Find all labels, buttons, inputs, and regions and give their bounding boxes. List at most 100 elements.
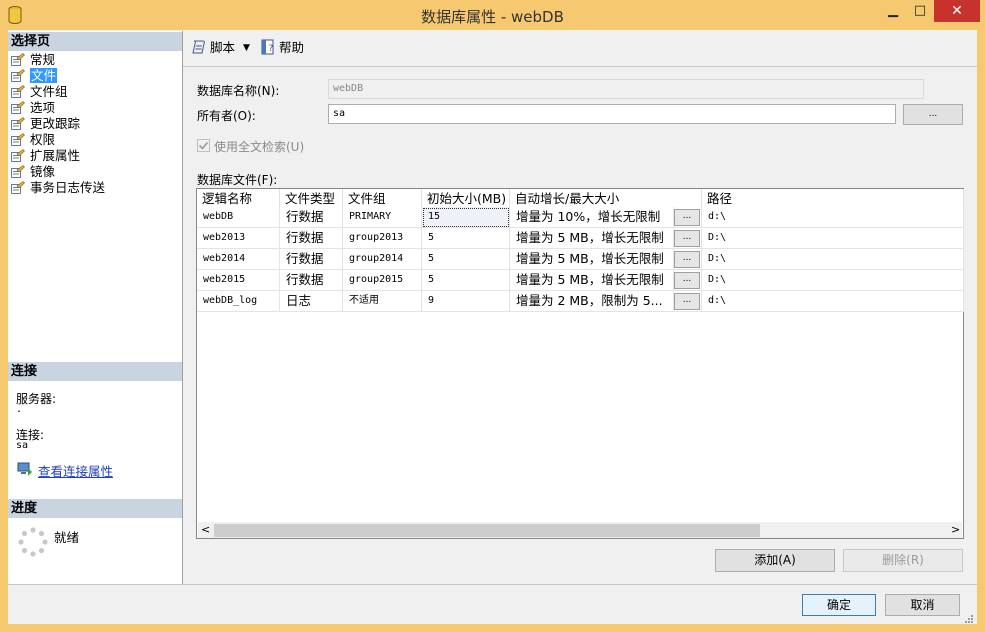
close-button[interactable]: ✕ (934, 0, 980, 22)
scroll-right-icon[interactable]: > (951, 522, 960, 538)
database-name-field: webDB (328, 79, 924, 99)
page-item[interactable]: 更改跟踪 (11, 116, 80, 132)
server-value: . (16, 404, 23, 415)
script-button[interactable]: 脚本 (210, 40, 235, 56)
connection-properties-icon (17, 462, 32, 476)
edit-growth-button[interactable]: ... (674, 209, 700, 226)
growth-button-cell: ... (674, 228, 702, 249)
page-item[interactable]: 文件 (11, 68, 58, 84)
cell-type: 行数据 (280, 228, 343, 249)
cell-size[interactable]: 9 (422, 291, 510, 312)
cell-name[interactable]: web2014 (197, 249, 280, 270)
edit-growth-button[interactable]: ... (674, 230, 700, 247)
remove-button[interactable]: 删除(R) (843, 549, 963, 572)
column-header[interactable]: 逻辑名称 (197, 189, 280, 208)
edit-growth-button[interactable]: ... (674, 251, 700, 268)
column-header[interactable]: 初始大小(MB) (422, 189, 510, 208)
page-item[interactable]: 文件组 (11, 84, 68, 100)
table-row[interactable]: webDB 行数据 PRIMARY 15 增量为 10%，增长无限制 d:\... (197, 207, 964, 228)
page-item[interactable]: 选项 (11, 100, 55, 116)
add-button[interactable]: 添加(A) (715, 549, 835, 572)
growth-button-cell: ... (674, 270, 702, 291)
left-pane: 选择页 常规 文件 文件组 选项 更改跟踪 权限 扩展属性 镜像 事务日志传送 连接 服务器: … (8, 31, 183, 584)
growth-button-cell: ... (674, 291, 702, 312)
properties-page-icon (11, 101, 25, 114)
select-page-header: 选择页 (8, 32, 182, 51)
cell-path[interactable]: D:\ (702, 228, 964, 249)
owner-label: 所有者(O): (197, 109, 256, 123)
cell-growth[interactable]: 增量为 10%，增长无限制 (510, 207, 674, 228)
cell-group: group2015 (343, 270, 422, 291)
cell-growth[interactable]: 增量为 5 MB，增长无限制 (510, 228, 674, 249)
cell-name[interactable]: web2015 (197, 270, 280, 291)
progress-status: 就绪 (54, 530, 80, 545)
cell-group: PRIMARY (343, 207, 422, 228)
properties-page-icon (11, 165, 25, 178)
cell-name[interactable]: webDB (197, 207, 280, 228)
scroll-left-icon[interactable]: < (201, 522, 210, 538)
cell-path[interactable]: d:\ (702, 207, 964, 228)
page-item-label: 选项 (30, 100, 56, 115)
database-files-label: 数据库文件(F): (197, 173, 278, 187)
help-button[interactable]: 帮助 (279, 40, 304, 56)
minimize-button[interactable]: ▁ (880, 0, 906, 22)
cell-size[interactable]: 5 (422, 249, 510, 270)
cell-path[interactable]: D:\ (702, 249, 964, 270)
cell-growth[interactable]: 增量为 2 MB，限制为 5... (510, 291, 674, 312)
growth-button-cell: ... (674, 249, 702, 270)
column-header[interactable]: 文件类型 (280, 189, 343, 208)
owner-field[interactable]: sa (328, 104, 896, 124)
cell-size[interactable]: 15 (422, 207, 510, 228)
properties-page-icon (11, 85, 25, 98)
cell-growth[interactable]: 增量为 5 MB，增长无限制 (510, 270, 674, 291)
cell-growth[interactable]: 增量为 5 MB，增长无限制 (510, 249, 674, 270)
cell-name[interactable]: web2013 (197, 228, 280, 249)
table-row[interactable]: webDB_log 日志 不适用 9 增量为 2 MB，限制为 5... d:\... (197, 291, 964, 312)
cell-type: 行数据 (280, 207, 343, 228)
database-files-grid: 逻辑名称 文件类型 文件组 初始大小(MB) 自动增长/最大大小 路径 webDB 行数据 P… (196, 188, 964, 539)
properties-page-icon (11, 53, 25, 66)
toolbar: 脚本 ▼ ? 帮助 (183, 31, 977, 67)
edit-growth-button[interactable]: ... (674, 272, 700, 289)
cell-group: group2013 (343, 228, 422, 249)
maximize-button[interactable]: □ (907, 0, 933, 22)
cell-path[interactable]: D:\ (702, 270, 964, 291)
cancel-button[interactable]: 取消 (885, 594, 960, 616)
cell-size[interactable]: 5 (422, 228, 510, 249)
script-dropdown-arrow-icon[interactable]: ▼ (243, 40, 250, 56)
column-header[interactable]: 文件组 (343, 189, 422, 208)
scrollbar-thumb[interactable] (214, 524, 760, 537)
table-row[interactable]: web2015 行数据 group2015 5 增量为 5 MB，增长无限制 D:\... (197, 270, 964, 291)
owner-browse-button[interactable]: ... (903, 104, 963, 125)
ok-button[interactable]: 确定 (802, 594, 876, 616)
cell-path[interactable]: d:\ (702, 291, 964, 312)
resize-grip-icon[interactable] (964, 614, 974, 624)
table-row[interactable]: web2013 行数据 group2013 5 增量为 5 MB，增长无限制 D:\... (197, 228, 964, 249)
cell-size[interactable]: 5 (422, 270, 510, 291)
column-header[interactable]: 自动增长/最大大小 (510, 189, 702, 208)
view-connection-properties-link[interactable]: 查看连接属性 (38, 461, 113, 480)
cell-type: 行数据 (280, 249, 343, 270)
page-item[interactable]: 事务日志传送 (11, 180, 105, 196)
page-item[interactable]: 常规 (11, 52, 55, 68)
properties-page-icon (11, 69, 25, 82)
page-item[interactable]: 镜像 (11, 164, 55, 180)
script-icon (192, 40, 205, 54)
edit-growth-button[interactable]: ... (674, 293, 700, 310)
page-item[interactable]: 扩展属性 (11, 148, 80, 164)
cell-name[interactable]: webDB_log (197, 291, 280, 312)
fulltext-label: 使用全文检索(U) (214, 140, 305, 154)
cell-group: 不适用 (343, 291, 422, 312)
page-item-label: 文件 (30, 68, 58, 83)
growth-button-cell: ... (674, 207, 702, 228)
cell-type: 行数据 (280, 270, 343, 291)
progress-spinner-icon (18, 527, 48, 557)
properties-page-icon (11, 117, 25, 130)
column-header[interactable]: 路径 (702, 189, 964, 208)
table-row[interactable]: web2014 行数据 group2014 5 增量为 5 MB，增长无限制 D:\... (197, 249, 964, 270)
page-item-label: 常规 (30, 52, 56, 67)
page-item[interactable]: 权限 (11, 132, 55, 148)
horizontal-scrollbar[interactable]: < > (198, 522, 962, 538)
properties-page-icon (11, 181, 25, 194)
properties-page-icon (11, 149, 25, 162)
